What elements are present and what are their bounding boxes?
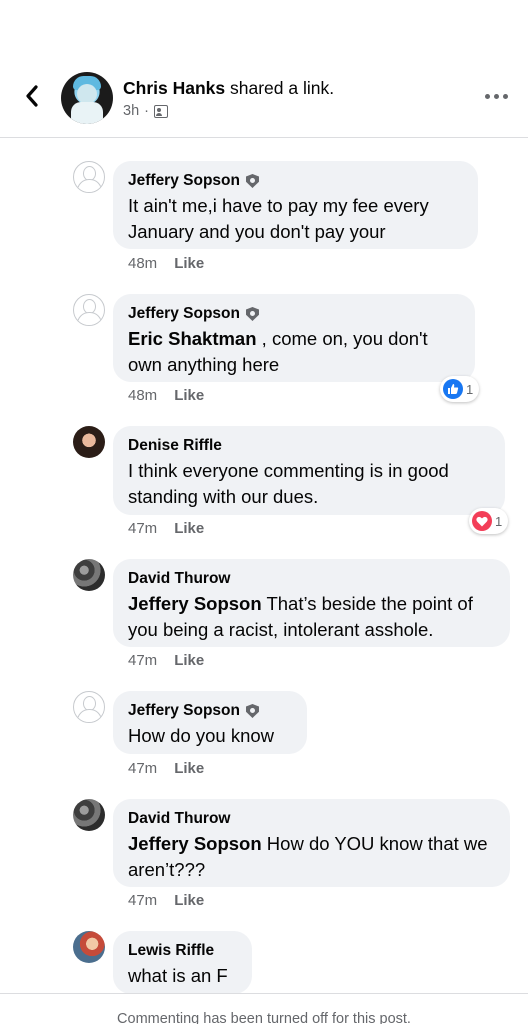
post-time[interactable]: 3h [123,103,139,119]
author-name[interactable]: Chris Hanks [123,78,225,98]
audience-icon [153,104,168,118]
comment-actions: 47m Like [128,652,204,669]
comment-actions: 47m Like [128,892,204,909]
meta-separator: · [144,103,149,119]
comment-text: Eric Shaktman , come on, you don't own a… [128,326,460,378]
verified-badge-icon [245,704,259,718]
comment-bubble: Jeffery Sopson Eric Shaktman , come on, … [113,294,475,382]
avatar[interactable] [73,799,105,831]
comment-actions: 47m Like [128,520,204,537]
comment-text: It ain't me,i have to pay my fee every J… [128,195,429,242]
comment-time[interactable]: 48m [128,387,157,404]
comment-bubble: Jeffery Sopson It ain't me,i have to pay… [113,161,478,249]
like-reaction-icon [443,379,463,399]
reaction-summary[interactable]: 1 [440,376,480,402]
verified-badge-icon [245,307,259,321]
avatar[interactable] [73,426,105,458]
back-arrow-icon [26,85,38,107]
like-button[interactable]: Like [174,892,204,909]
post-comments-screen: Chris Hanks shared a link. 3h · Jeffery … [0,0,528,1024]
comment-time[interactable]: 47m [128,760,157,777]
avatar[interactable] [73,691,105,723]
comment-time[interactable]: 47m [128,520,157,537]
comment-bubble: Lewis Riffle what is an F [113,931,252,994]
post-header: Chris Hanks shared a link. 3h · [0,60,528,138]
commenter-name[interactable]: Jeffery Sopson [128,304,240,324]
like-button[interactable]: Like [174,387,204,404]
comment-bubble: David Thurow Jeffery Sopson That’s besid… [113,559,510,647]
avatar[interactable] [73,294,105,326]
comment-actions: 48m Like [128,255,204,272]
avatar[interactable] [73,559,105,591]
comment-actions: 48m Like [128,387,204,404]
avatar[interactable] [73,161,105,193]
commenter-name[interactable]: Jeffery Sopson [128,701,240,721]
comment-time[interactable]: 47m [128,892,157,909]
post-meta: 3h · [123,103,168,119]
comment-time[interactable]: 47m [128,652,157,669]
commenting-disabled-notice: Commenting has been turned off for this … [0,993,528,1024]
reaction-count: 1 [495,513,503,529]
comment-text: Jeffery Sopson How do YOU know that we a… [128,831,495,883]
commenter-name[interactable]: David Thurow [128,809,230,829]
like-button[interactable]: Like [174,255,204,272]
commenter-name[interactable]: David Thurow [128,569,230,589]
avatar[interactable] [73,931,105,963]
commenter-name[interactable]: Denise Riffle [128,436,222,456]
author-avatar[interactable] [61,72,113,124]
reaction-summary[interactable]: 1 [469,508,509,534]
comment-bubble: David Thurow Jeffery Sopson How do YOU k… [113,799,510,887]
commenter-name[interactable]: Jeffery Sopson [128,171,240,191]
love-reaction-icon [472,511,492,531]
post-title: Chris Hanks shared a link. [123,78,334,98]
more-options-icon[interactable] [485,94,508,99]
reaction-count: 1 [466,381,474,397]
verified-badge-icon [245,174,259,188]
comment-text: what is an F [128,965,228,986]
mention-link[interactable]: Jeffery Sopson [128,593,262,614]
commenter-name[interactable]: Lewis Riffle [128,941,214,961]
comment-text: I think everyone commenting is in good s… [128,460,449,507]
comment-bubble: Denise Riffle I think everyone commentin… [113,426,505,515]
comment-text: Jeffery Sopson That’s beside the point o… [128,591,495,643]
comment-text: How do you know [128,725,275,746]
post-action-text: shared a link. [225,78,335,98]
like-button[interactable]: Like [174,760,204,777]
mention-link[interactable]: Eric Shaktman [128,328,257,349]
back-button[interactable] [18,82,46,110]
comment-bubble: Jeffery Sopson How do you know [113,691,307,754]
comment-time[interactable]: 48m [128,255,157,272]
comment-actions: 47m Like [128,760,204,777]
like-button[interactable]: Like [174,652,204,669]
mention-link[interactable]: Jeffery Sopson [128,833,262,854]
like-button[interactable]: Like [174,520,204,537]
